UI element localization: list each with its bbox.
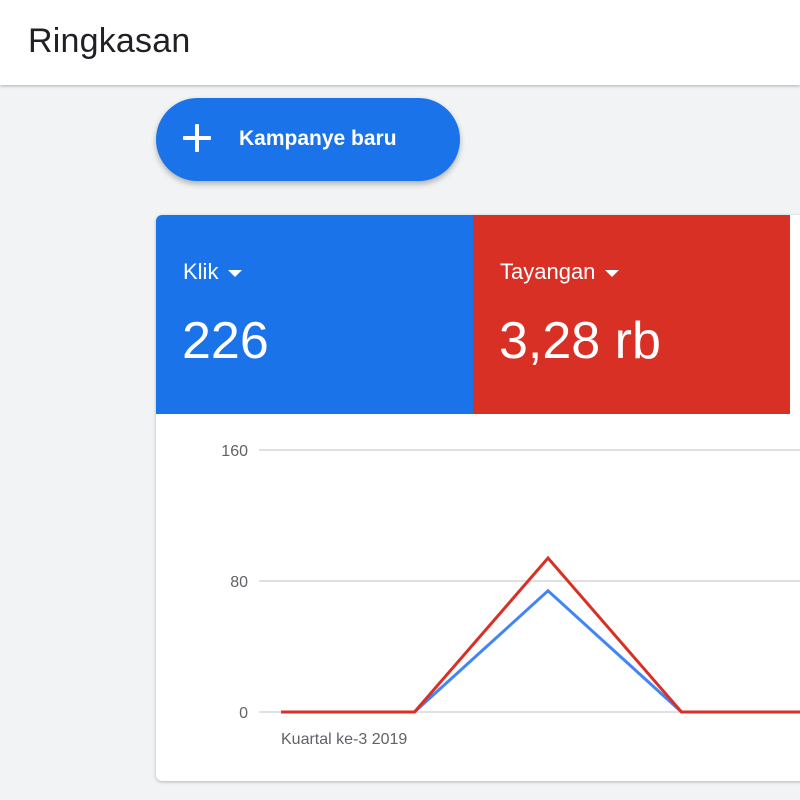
new-campaign-button[interactable]: Kampanye baru bbox=[156, 98, 460, 181]
plus-icon bbox=[181, 122, 213, 154]
page-title: Ringkasan bbox=[28, 22, 191, 60]
performance-card: Klik 226 Tayangan 3,28 rb 160 80 0 Kuartal… bbox=[156, 215, 800, 781]
metric-tile-impressions[interactable]: Tayangan 3,28 rb bbox=[473, 215, 790, 414]
metric-value: 226 bbox=[182, 312, 269, 370]
y-tick-label: 80 bbox=[230, 574, 248, 591]
metric-selector-clicks[interactable]: Klik bbox=[183, 259, 243, 285]
top-app-bar: Ringkasan bbox=[0, 0, 800, 85]
metric-value: 3,28 rb bbox=[499, 312, 661, 370]
y-tick-label: 0 bbox=[239, 705, 248, 722]
x-axis-label: Kuartal ke-3 2019 bbox=[281, 731, 407, 748]
dropdown-arrow-icon[interactable] bbox=[605, 270, 620, 277]
series-line-klik bbox=[281, 588, 800, 714]
metric-name: Tayangan bbox=[500, 259, 596, 284]
new-campaign-label: Kampanye baru bbox=[239, 127, 397, 150]
metric-tile-clicks[interactable]: Klik 226 bbox=[156, 215, 473, 414]
dropdown-arrow-icon[interactable] bbox=[228, 270, 243, 277]
performance-line-chart: 160 80 0 Kuartal ke-3 2019 bbox=[221, 443, 800, 748]
y-axis-ticks: 160 80 0 bbox=[221, 443, 248, 722]
y-tick-label: 160 bbox=[221, 443, 248, 460]
metric-selector-impressions[interactable]: Tayangan bbox=[500, 259, 620, 285]
metric-name: Klik bbox=[183, 259, 219, 284]
